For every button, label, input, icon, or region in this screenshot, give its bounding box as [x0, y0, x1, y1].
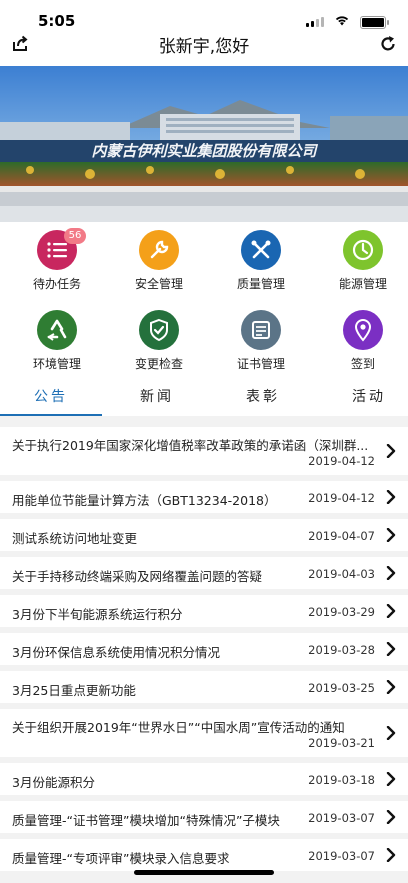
menu-label: 证书管理 — [236, 357, 285, 371]
task-list-icon — [47, 242, 67, 258]
announcement-date: 2019-03-18 — [308, 773, 375, 787]
list-item[interactable]: 测试系统访问地址变更 2019-04-07 — [0, 519, 408, 551]
announcement-title: 3月份环保信息系统使用情况积分情况 — [12, 645, 220, 660]
announcement-title: 3月份能源积分 — [12, 775, 95, 790]
banner-sign-text: 内蒙古伊利实业集团股份有限公司 — [91, 142, 318, 160]
menu-item-checkin[interactable]: 签到 — [312, 302, 408, 382]
shield-check-icon — [150, 318, 168, 342]
list-item[interactable]: 3月份能源积分 2019-03-18 — [0, 763, 408, 795]
menu-label: 签到 — [350, 357, 375, 371]
announcement-title: 关于执行2019年国家深化增值税率改革政策的承诺函（深圳群... — [12, 438, 369, 453]
chevron-right-icon — [386, 444, 396, 458]
menu-icon-circle — [241, 230, 281, 270]
menu-icon-circle — [139, 230, 179, 270]
announcement-date: 2019-03-21 — [308, 736, 375, 750]
chevron-right-icon — [386, 810, 396, 824]
announcement-title: 用能单位节能量计算方法（GBT13234-2018） — [12, 493, 277, 508]
menu-icon-circle — [343, 310, 383, 350]
list-item[interactable]: 3月25日重点更新功能 2019-03-25 — [0, 671, 408, 703]
chevron-right-icon — [386, 726, 396, 740]
announcement-title: 关于手持移动终端采购及网络覆盖问题的答疑 — [12, 569, 263, 584]
menu-icon-circle — [139, 310, 179, 350]
menu-item-environment[interactable]: 环境管理 — [6, 302, 108, 382]
menu-item-certificate[interactable]: 证书管理 — [210, 302, 312, 382]
menu-item-safety[interactable]: 安全管理 — [108, 222, 210, 302]
menu-label: 变更检查 — [134, 357, 183, 371]
location-pin-icon — [354, 319, 372, 342]
cellular-signal-icon — [306, 17, 324, 27]
menu-label: 环境管理 — [32, 357, 81, 371]
certificate-icon — [252, 321, 270, 339]
announcement-title: 质量管理-“专项评审”模块录入信息要求 — [12, 851, 230, 866]
announcement-date: 2019-03-25 — [308, 681, 375, 695]
status-bar: 5:05 — [0, 0, 408, 30]
refresh-icon[interactable] — [374, 30, 402, 58]
chevron-right-icon — [386, 490, 396, 504]
company-banner: 内蒙古伊利实业集团股份有限公司 — [0, 66, 408, 222]
announcement-title: 质量管理-“证书管理”模块增加“特殊情况”子模块 — [12, 813, 280, 828]
list-item[interactable]: 关于手持移动终端采购及网络覆盖问题的答疑 2019-04-03 — [0, 557, 408, 589]
chevron-right-icon — [386, 680, 396, 694]
home-indicator — [134, 870, 274, 875]
battery-icon — [360, 16, 389, 29]
menu-item-todo[interactable]: 56 待办任务 — [6, 222, 108, 302]
list-item[interactable]: 质量管理-“专项评审”模块录入信息要求 2019-03-07 — [0, 839, 408, 871]
announcement-title: 3月25日重点更新功能 — [12, 683, 136, 698]
menu-item-energy[interactable]: 能源管理 — [312, 222, 408, 302]
announcement-date: 2019-04-07 — [308, 529, 375, 543]
tools-icon — [251, 240, 271, 259]
chevron-right-icon — [386, 528, 396, 542]
announcement-date: 2019-03-07 — [308, 811, 375, 825]
list-item[interactable]: 3月份环保信息系统使用情况积分情况 2019-03-28 — [0, 633, 408, 665]
wrench-icon — [150, 240, 169, 259]
wifi-icon — [334, 14, 350, 29]
menu-icon-circle — [343, 230, 383, 270]
page-title: 张新宇,您好 — [158, 37, 250, 57]
chevron-right-icon — [386, 848, 396, 862]
menu-label: 质量管理 — [236, 277, 285, 291]
announcement-title: 关于组织开展2019年“世界水日”“中国水周”宣传活动的通知 — [12, 720, 345, 735]
announcement-date: 2019-04-03 — [308, 567, 375, 581]
menu-label: 待办任务 — [32, 277, 81, 291]
announcement-date: 2019-03-28 — [308, 643, 375, 657]
list-item[interactable]: 关于组织开展2019年“世界水日”“中国水周”宣传活动的通知 2019-03-21 — [0, 709, 408, 757]
nav-bar: 张新宇,您好 — [0, 30, 408, 66]
tab-bar: 公告 新闻 表彰 活动 — [0, 382, 408, 416]
announcement-title: 测试系统访问地址变更 — [12, 531, 138, 546]
chevron-right-icon — [386, 642, 396, 656]
announcement-list: 关于执行2019年国家深化增值税率改革政策的承诺函（深圳群... 2019-04-… — [0, 427, 408, 877]
chevron-right-icon — [386, 566, 396, 580]
list-item[interactable]: 3月份下半旬能源系统运行积分 2019-03-29 — [0, 595, 408, 627]
todo-count-badge: 56 — [64, 228, 86, 244]
tab-activities[interactable]: 活动 — [318, 382, 408, 416]
list-item[interactable]: 用能单位节能量计算方法（GBT13234-2018） 2019-04-12 — [0, 481, 408, 513]
tab-announcements[interactable]: 公告 — [0, 382, 102, 416]
announcement-date: 2019-04-12 — [308, 491, 375, 505]
menu-item-quality[interactable]: 质量管理 — [210, 222, 312, 302]
menu-item-change-check[interactable]: 变更检查 — [108, 302, 210, 382]
list-item[interactable]: 关于执行2019年国家深化增值税率改革政策的承诺函（深圳群... 2019-04-… — [0, 427, 408, 475]
chevron-right-icon — [386, 772, 396, 786]
announcement-date: 2019-03-29 — [308, 605, 375, 619]
gauge-icon — [352, 239, 374, 261]
tab-news[interactable]: 新闻 — [106, 382, 208, 416]
announcement-date: 2019-04-12 — [308, 454, 375, 468]
announcement-date: 2019-03-07 — [308, 849, 375, 863]
chevron-right-icon — [386, 604, 396, 618]
function-grid: 56 待办任务 安全管理 质量管理 能源管理 环境管理 变更检查 证书管理 签到 — [0, 222, 408, 382]
menu-label: 能源管理 — [338, 277, 387, 291]
menu-icon-circle — [241, 310, 281, 350]
menu-icon-circle — [37, 310, 77, 350]
menu-label: 安全管理 — [134, 277, 183, 291]
list-item[interactable]: 质量管理-“证书管理”模块增加“特殊情况”子模块 2019-03-07 — [0, 801, 408, 833]
status-time: 5:05 — [38, 12, 76, 30]
recycle-icon — [47, 319, 67, 341]
announcement-title: 3月份下半旬能源系统运行积分 — [12, 607, 183, 622]
tab-commendations[interactable]: 表彰 — [212, 382, 314, 416]
banner-image: 内蒙古伊利实业集团股份有限公司 — [0, 66, 408, 222]
